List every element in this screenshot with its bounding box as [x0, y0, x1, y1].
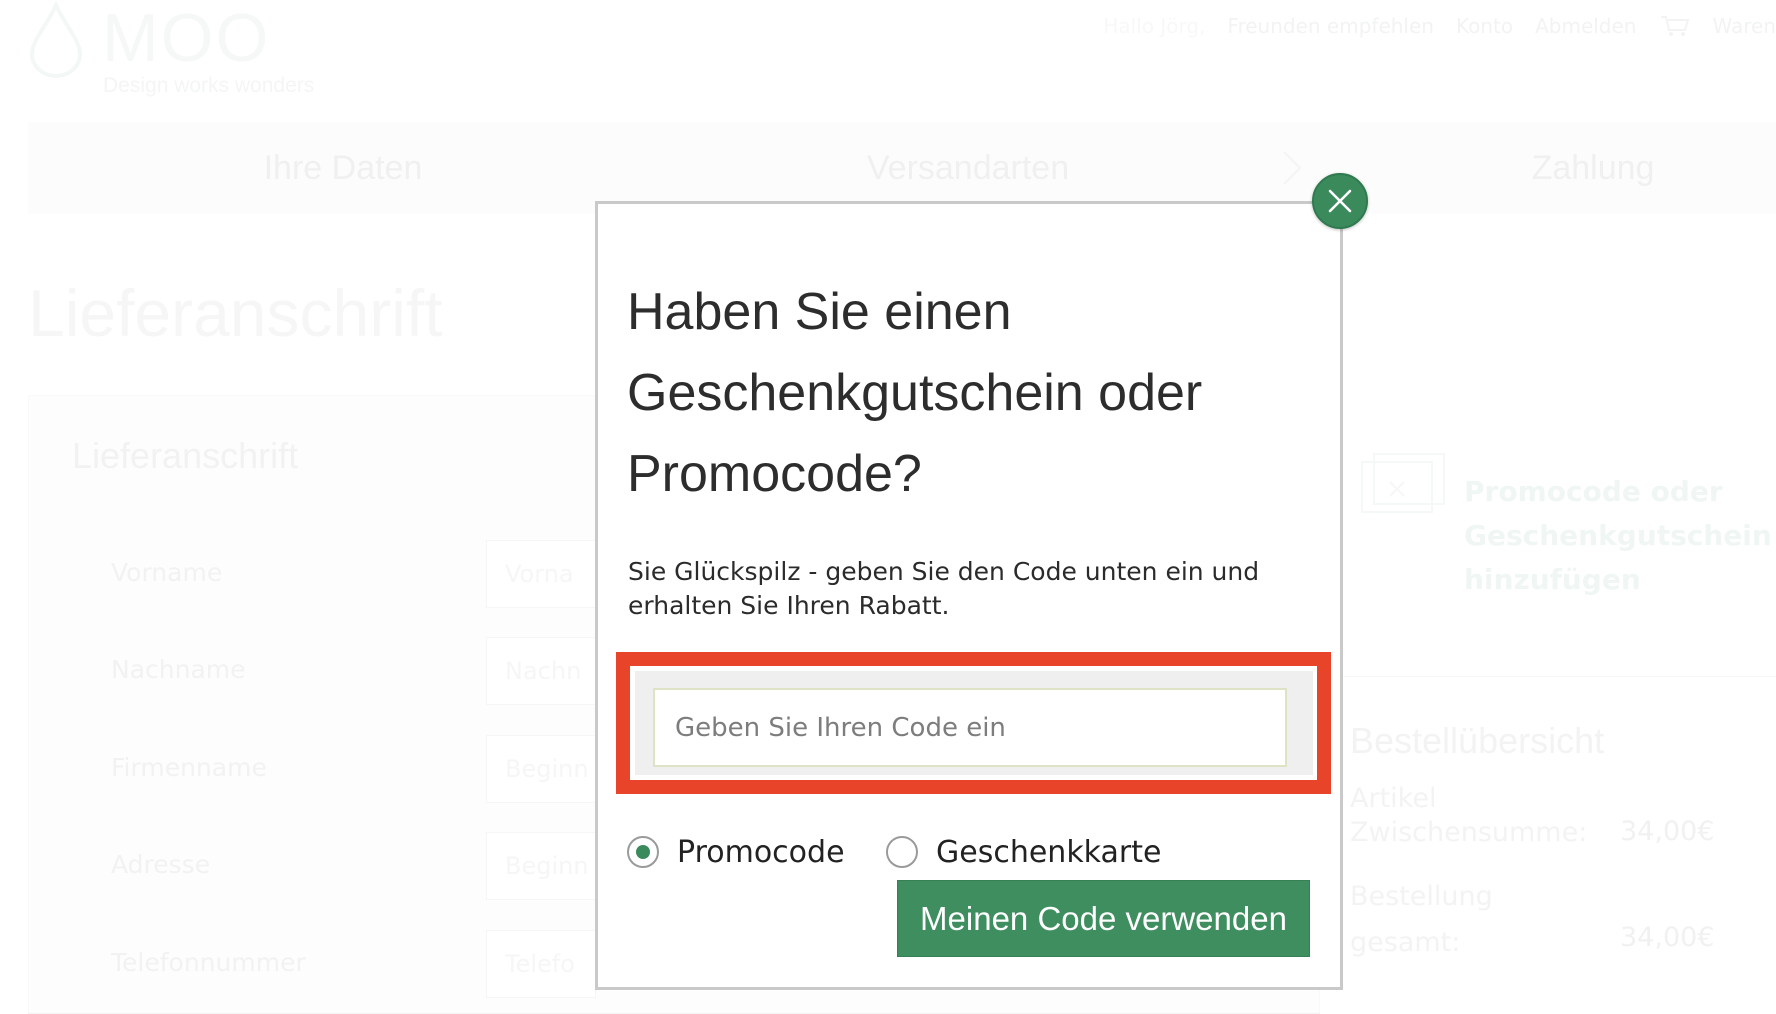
apply-code-button[interactable]: Meinen Code verwenden [897, 880, 1310, 957]
promocode-radio-option[interactable]: Promocode [627, 832, 845, 872]
promo-code-input[interactable] [653, 688, 1287, 767]
giftcard-radio-button[interactable] [886, 836, 918, 868]
dialog-description: Sie Glückspilz - geben Sie den Code unte… [628, 557, 1260, 620]
giftcard-radio-label[interactable]: Geschenkkarte [936, 835, 1161, 870]
promocode-radio-button[interactable] [627, 836, 659, 868]
close-dialog-button[interactable] [1312, 173, 1368, 229]
giftcard-radio-option[interactable]: Geschenkkarte [886, 832, 1161, 872]
dialog-title: Haben Sie einen Geschenkgutschein oder P… [627, 283, 1203, 503]
close-icon [1328, 189, 1352, 213]
promocode-radio-label[interactable]: Promocode [677, 835, 845, 870]
radio-selected-dot [636, 845, 650, 859]
